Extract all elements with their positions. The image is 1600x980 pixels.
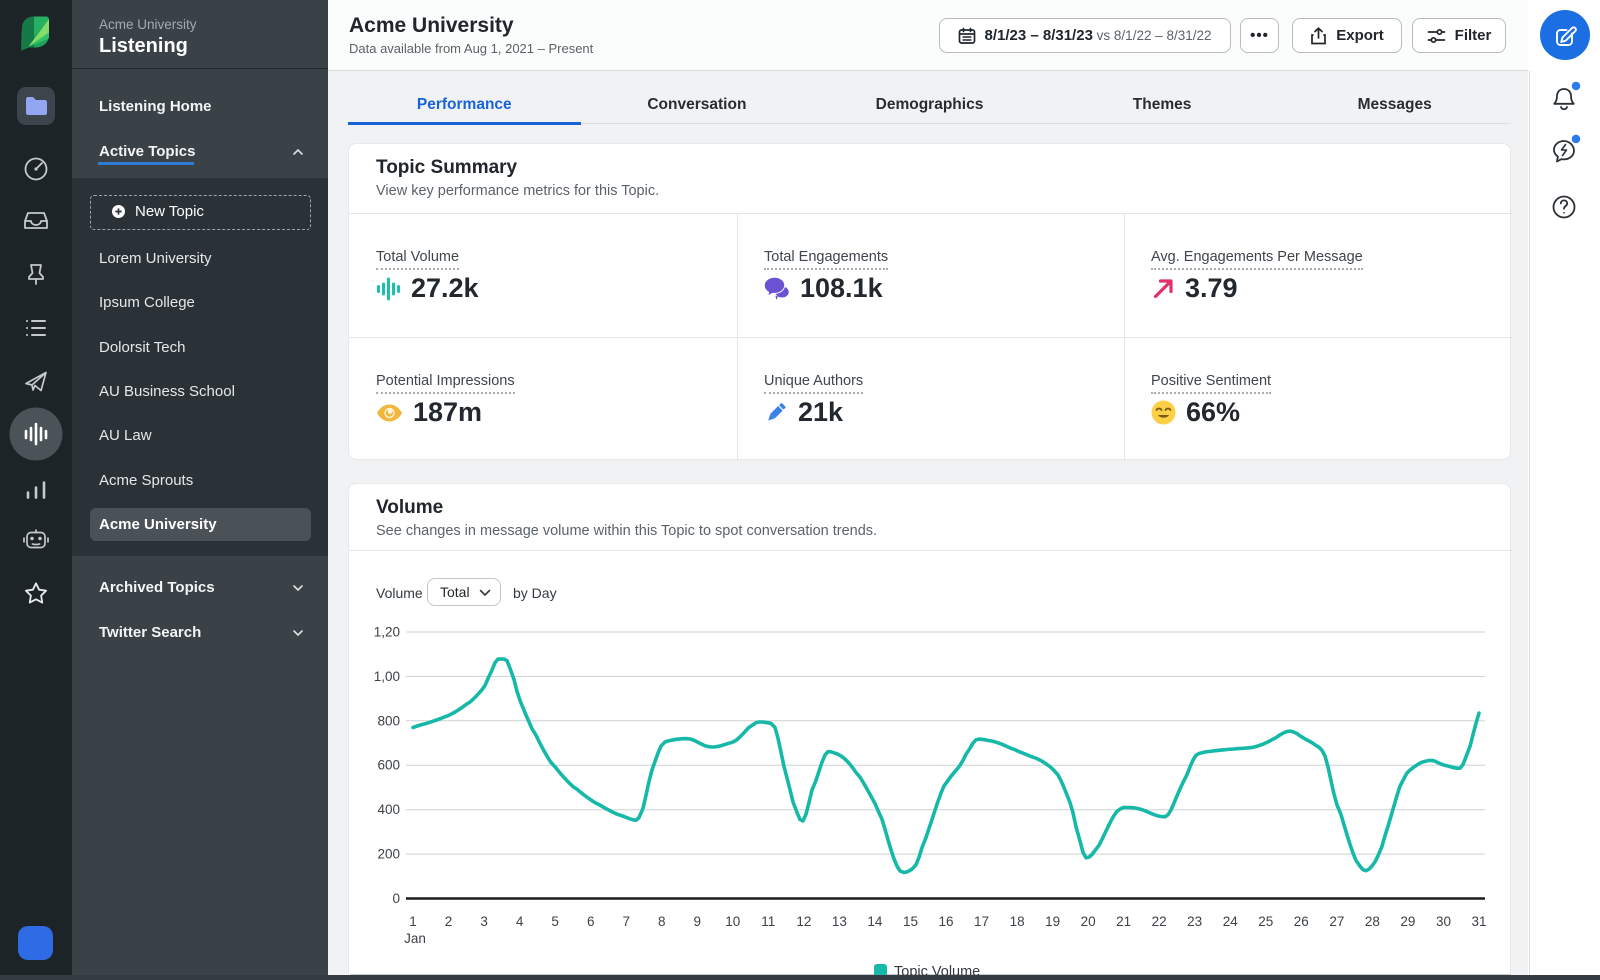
svg-text:0: 0 (392, 891, 400, 906)
svg-text:20: 20 (1081, 914, 1096, 929)
svg-text:19: 19 (1045, 914, 1060, 929)
svg-text:22: 22 (1152, 914, 1167, 929)
svg-text:8: 8 (658, 914, 666, 929)
svg-text:800: 800 (377, 713, 400, 728)
svg-text:3: 3 (480, 914, 488, 929)
svg-text:400: 400 (377, 802, 400, 817)
svg-text:23: 23 (1187, 914, 1202, 929)
svg-text:Topic Volume: Topic Volume (894, 964, 980, 975)
svg-text:1,20: 1,20 (374, 625, 400, 640)
svg-text:9: 9 (694, 914, 702, 929)
svg-text:29: 29 (1400, 914, 1415, 929)
svg-text:5: 5 (551, 914, 559, 929)
svg-text:4: 4 (516, 914, 524, 929)
svg-text:25: 25 (1258, 914, 1273, 929)
svg-text:7: 7 (622, 914, 630, 929)
svg-text:26: 26 (1294, 914, 1309, 929)
svg-text:1,00: 1,00 (374, 669, 400, 684)
svg-text:14: 14 (867, 914, 883, 929)
svg-text:31: 31 (1471, 914, 1486, 929)
svg-text:28: 28 (1365, 914, 1380, 929)
svg-text:600: 600 (377, 758, 400, 773)
svg-text:1: 1 (409, 914, 417, 929)
svg-text:13: 13 (832, 914, 847, 929)
svg-text:12: 12 (796, 914, 811, 929)
svg-text:21: 21 (1116, 914, 1131, 929)
svg-text:16: 16 (938, 914, 953, 929)
svg-text:17: 17 (974, 914, 989, 929)
svg-text:11: 11 (761, 914, 775, 929)
svg-text:2: 2 (445, 914, 453, 929)
svg-text:18: 18 (1010, 914, 1025, 929)
svg-text:200: 200 (377, 847, 400, 862)
svg-text:6: 6 (587, 914, 595, 929)
svg-text:Jan: Jan (404, 931, 426, 946)
svg-text:30: 30 (1436, 914, 1451, 929)
svg-text:10: 10 (725, 914, 740, 929)
svg-text:15: 15 (903, 914, 918, 929)
svg-text:27: 27 (1329, 914, 1344, 929)
svg-text:24: 24 (1223, 914, 1239, 929)
